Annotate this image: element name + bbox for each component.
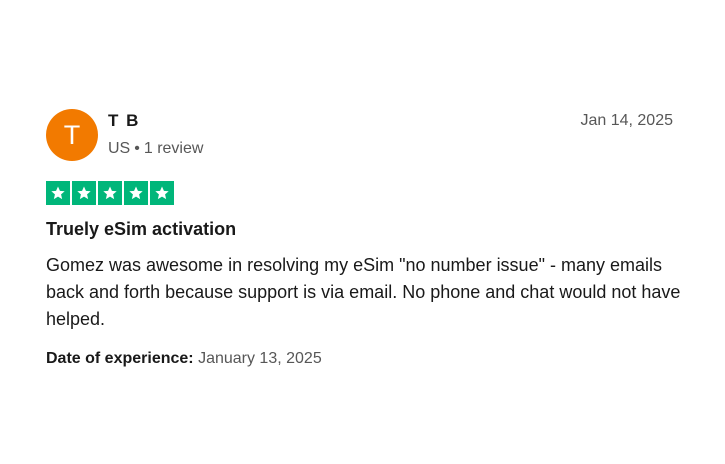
reviewer-review-count: 1 review xyxy=(143,140,204,157)
date-of-experience: Date of experience: January 13, 2025 xyxy=(46,350,322,368)
experience-date: January 13, 2025 xyxy=(198,350,322,367)
star-rating xyxy=(46,181,174,205)
star-icon xyxy=(124,181,148,205)
avatar[interactable]: T xyxy=(46,109,98,161)
reviewer-name[interactable]: T B xyxy=(108,111,140,131)
star-icon xyxy=(46,181,70,205)
star-icon xyxy=(150,181,174,205)
star-icon xyxy=(98,181,122,205)
review-body: Gomez was awesome in resolving my eSim "… xyxy=(46,255,681,329)
review-card: T T B US • 1 review Jan 14, 2025 Truely eS… xyxy=(0,0,725,464)
review-title[interactable]: Truely eSim activation xyxy=(46,219,236,240)
meta-separator: • xyxy=(134,140,140,157)
star-icon xyxy=(72,181,96,205)
reviewer-country: US xyxy=(108,140,131,157)
experience-label: Date of experience: xyxy=(46,350,194,367)
review-date: Jan 14, 2025 xyxy=(580,112,673,129)
reviewer-meta: US • 1 review xyxy=(108,140,203,158)
